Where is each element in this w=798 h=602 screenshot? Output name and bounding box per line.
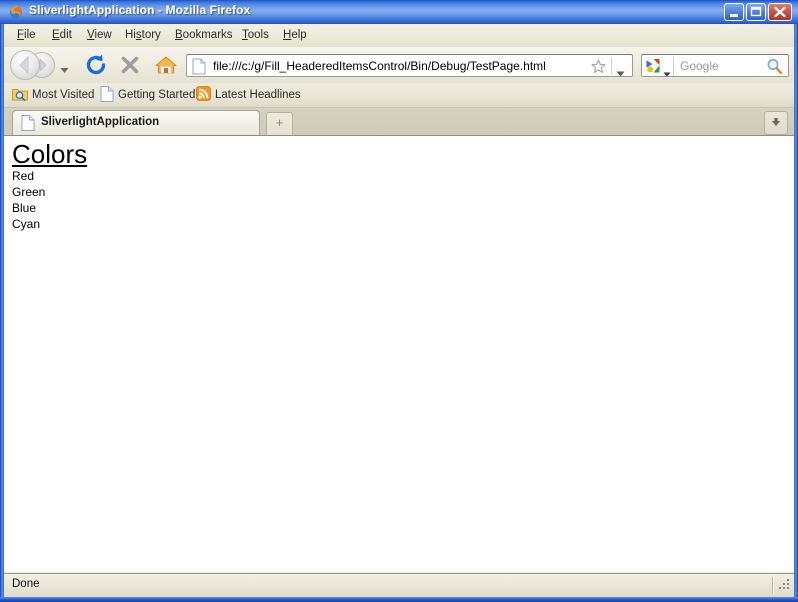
new-tab-button[interactable]: + [266,112,293,135]
page-icon [21,115,35,136]
status-bar: Done [4,573,794,597]
url-text[interactable]: file:///c:/g/Fill_HeaderedItemsControl/B… [213,59,546,73]
menu-tools[interactable]: Tools [237,28,274,42]
bookmark-label: Getting Started [118,89,196,101]
url-bar[interactable]: file:///c:/g/Fill_HeaderedItemsControl/B… [186,54,633,77]
navigation-toolbar: file:///c:/g/Fill_HeaderedItemsControl/B… [4,47,794,83]
bookmark-star-icon[interactable] [591,59,606,79]
page-content: Colors Red Green Blue Cyan [4,135,794,572]
list-item: Green [12,185,46,199]
plus-icon: + [275,115,284,130]
search-bar[interactable]: Google [641,54,789,77]
url-separator [611,58,612,75]
bookmark-label: Most Visited [32,89,95,101]
menu-file[interactable]: File [12,28,41,42]
window-border-bottom [0,597,798,602]
window-border-right [794,24,798,602]
bookmark-latest-headlines[interactable]: Latest Headlines [196,86,301,104]
page-icon [100,85,114,105]
tab-label: SliverlightApplication [41,116,160,128]
status-separator [772,577,774,594]
list-item: Blue [12,201,37,215]
browser-window: SliverlightApplication - Mozilla Firefox… [0,0,798,602]
menu-history[interactable]: History [120,28,166,42]
folder-search-icon [12,87,28,104]
window-title: SliverlightApplication - Mozilla Firefox [29,3,251,17]
bookmarks-toolbar: Most Visited Getting Started Latest Head… [4,83,794,108]
tab-strip: SliverlightApplication + [4,108,794,135]
title-bar[interactable]: SliverlightApplication - Mozilla Firefox [0,0,798,24]
resize-grip-icon[interactable] [777,577,791,596]
bookmark-most-visited[interactable]: Most Visited [12,86,94,104]
bookmark-label: Latest Headlines [215,89,301,101]
chevron-down-icon[interactable] [616,64,625,82]
google-logo-icon[interactable] [645,58,661,74]
stop-button[interactable] [116,51,144,79]
page-icon [191,58,207,80]
chevron-down-icon[interactable] [60,61,69,79]
menu-edit[interactable]: Edit [47,28,77,42]
search-separator [673,57,674,76]
colors-list: Red Green Blue Cyan [12,168,45,232]
firefox-logo-icon [8,4,24,20]
menu-bar: File Edit View History Bookmarks Tools H… [4,24,794,48]
browser-chrome: File Edit View History Bookmarks Tools H… [4,24,794,597]
search-input[interactable]: Google [680,59,719,73]
menu-help[interactable]: Help [278,28,312,42]
search-icon[interactable] [766,58,783,80]
list-item: Cyan [12,217,41,231]
close-button[interactable] [768,3,792,21]
bookmark-getting-started[interactable]: Getting Started [100,85,196,105]
list-item: Red [12,169,35,183]
status-text: Done [12,578,40,590]
chevron-down-icon[interactable] [663,64,671,82]
minimize-button[interactable] [724,3,744,21]
menu-view[interactable]: View [82,28,117,42]
page-title: Colors [12,139,88,169]
reload-button[interactable] [82,51,110,79]
tab-sliverlightapplication[interactable]: SliverlightApplication [12,110,260,135]
tab-list-button[interactable] [764,111,788,135]
back-forward-group [10,50,72,80]
maximize-button[interactable] [746,3,766,21]
back-button[interactable] [10,50,40,80]
home-button[interactable] [152,51,180,79]
menu-bookmarks[interactable]: Bookmarks [170,28,238,42]
rss-feed-icon [196,86,211,104]
